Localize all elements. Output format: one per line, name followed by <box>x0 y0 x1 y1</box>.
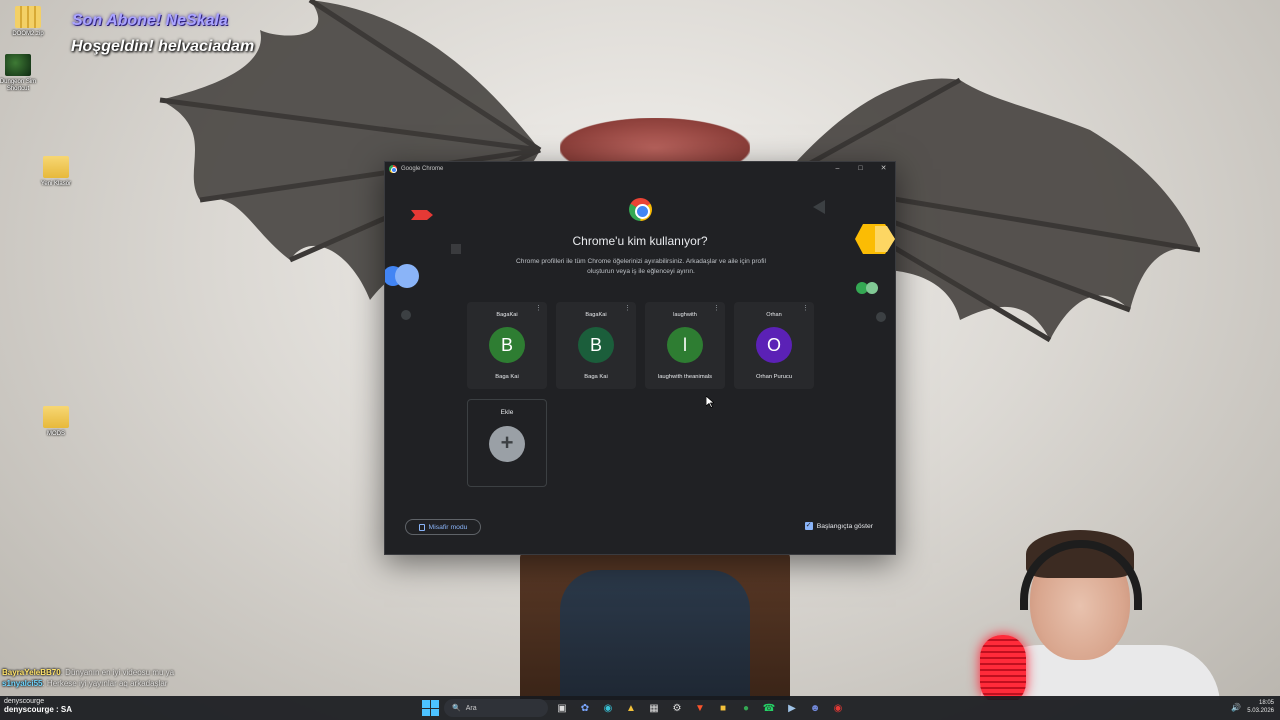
minimize-icon[interactable]: – <box>826 162 849 176</box>
file-explorer-icon[interactable]: ▲ <box>622 699 640 717</box>
decor-red-arrow <box>411 210 433 220</box>
chrome-profile-window: Google Chrome – □ ✕ Chrome'u kim kullanı… <box>384 161 896 555</box>
page-title: Chrome'u kim kullanıyor? <box>572 234 708 248</box>
edge-icon[interactable]: ◉ <box>599 699 617 717</box>
avatar: l <box>667 327 703 363</box>
more-vert-icon[interactable]: ⋮ <box>713 305 720 312</box>
window-title: Google Chrome <box>401 166 444 172</box>
profile-card[interactable]: ⋮ Orhan O Orhan Purucu <box>734 302 814 389</box>
mouse-cursor-icon <box>706 396 714 408</box>
chrome-logo-icon <box>629 198 652 221</box>
window-titlebar: Google Chrome – □ ✕ <box>385 162 895 176</box>
steam-icon[interactable]: ▶ <box>783 699 801 717</box>
decor-dot <box>401 310 411 320</box>
plus-icon: + <box>489 426 525 462</box>
throne-figure <box>520 550 790 700</box>
chat-last-line: denyscourge : SA <box>4 705 73 714</box>
maximize-icon[interactable]: □ <box>849 162 872 176</box>
brave-icon[interactable]: ▼ <box>691 699 709 717</box>
close-icon[interactable]: ✕ <box>872 162 895 176</box>
folder-icon <box>43 406 69 428</box>
chat-overlay: BayraYeleBB70: Dünyanın en iyi videosu m… <box>2 668 174 690</box>
profile-card[interactable]: ⋮ laughwith l laughwith theanimals <box>645 302 725 389</box>
stream-alert-subscriber: Son Abone! NeSkala <box>72 12 228 29</box>
chat-line: s1nyalci55: Herkese iyi yayınlar aq arka… <box>2 679 168 688</box>
folder-icon <box>43 156 69 178</box>
taskbar-search[interactable]: 🔍 Ara <box>444 699 548 717</box>
decor-green-pill <box>856 282 878 294</box>
chrome-icon <box>389 165 397 173</box>
avatar: B <box>578 327 614 363</box>
store-icon[interactable]: ▦ <box>645 699 663 717</box>
widgets-icon[interactable]: ✿ <box>576 699 594 717</box>
search-icon: 🔍 <box>452 705 461 712</box>
decor-dot <box>876 312 886 322</box>
guest-icon <box>418 523 425 531</box>
more-vert-icon[interactable]: ⋮ <box>535 305 542 312</box>
webcam-overlay <box>960 520 1230 700</box>
taskbar: denyscourge denyscourge : SA 🔍 Ara ▣ ✿ ◉… <box>0 696 1280 720</box>
zip-file-icon <box>15 6 41 28</box>
guest-mode-button[interactable]: Misafir modu <box>405 519 481 535</box>
desktop-icon-mods[interactable]: MODS <box>28 406 84 438</box>
profile-card[interactable]: ⋮ BagaKai B Baga Kai <box>467 302 547 389</box>
profile-card[interactable]: ⋮ BagaKai B Baga Kai <box>556 302 636 389</box>
whatsapp-icon[interactable]: ☎ <box>760 699 778 717</box>
stream-alert-welcome: Hoşgeldin! helvaciadam <box>71 38 255 55</box>
taskbar-apps: 🔍 Ara ▣ ✿ ◉ ▲ ▦ ⚙ ▼ ■ ● ☎ ▶ ☻ ◉ <box>421 699 847 717</box>
page-description: Chrome profilleri ile tüm Chrome öğeleri… <box>516 258 766 275</box>
add-profile-card[interactable]: Ekle + <box>467 399 547 487</box>
settings-icon[interactable]: ⚙ <box>668 699 686 717</box>
avatar: B <box>489 327 525 363</box>
more-vert-icon[interactable]: ⋮ <box>624 305 631 312</box>
more-vert-icon[interactable]: ⋮ <box>802 305 809 312</box>
taskbar-left: denyscourge denyscourge : SA <box>4 698 73 714</box>
task-view-icon[interactable]: ▣ <box>553 699 571 717</box>
chrome-taskbar-icon[interactable]: ● <box>737 699 755 717</box>
desktop-icon-game[interactable]: Dungeon Sim Shortcut <box>0 54 46 93</box>
microphone <box>980 635 1026 700</box>
discord-icon[interactable]: ☻ <box>806 699 824 717</box>
show-on-startup[interactable]: ✓ Başlangıçta göster <box>804 522 873 530</box>
clock[interactable]: 18:05 5.03.2026 <box>1247 699 1274 715</box>
decor-triangle <box>813 200 825 214</box>
obs-icon[interactable]: ◉ <box>829 699 847 717</box>
system-tray: 🔊 18:05 5.03.2026 <box>1231 699 1274 715</box>
avatar: O <box>756 327 792 363</box>
explorer-icon[interactable]: ■ <box>714 699 732 717</box>
startup-checkbox[interactable]: ✓ <box>804 522 813 530</box>
start-button[interactable] <box>421 699 439 717</box>
desktop-icon-zip[interactable]: DOOM2.zip <box>0 6 56 38</box>
decor-blue-pill <box>385 264 419 288</box>
volume-icon[interactable]: 🔊 <box>1231 703 1241 712</box>
game-icon <box>5 54 31 76</box>
chat-line: BayraYeleBB70: Dünyanın en iyi videosu m… <box>2 668 175 677</box>
desktop-icon-folder[interactable]: Yeni Klasör <box>28 156 84 188</box>
